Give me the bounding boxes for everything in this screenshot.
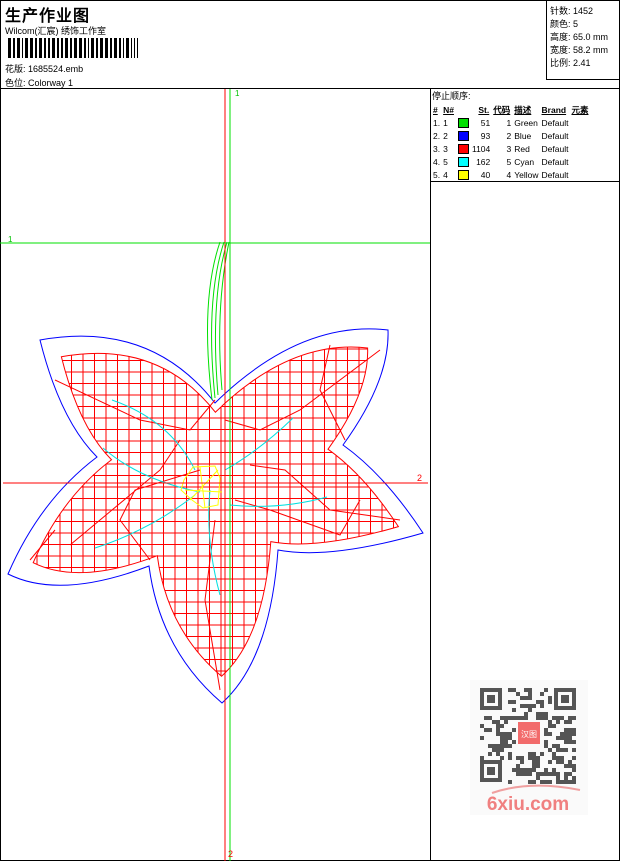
info-stitches: 针数: 1452 bbox=[550, 6, 594, 16]
info-width: 宽度: 58.2 mm bbox=[550, 45, 609, 55]
axis-label-v1: 1 bbox=[235, 89, 240, 98]
page-title: 生产作业图 bbox=[5, 8, 91, 25]
green-stem bbox=[207, 241, 230, 401]
svg-text:汉图: 汉图 bbox=[521, 730, 537, 739]
color-swatch bbox=[457, 143, 469, 154]
watermark-text: 6xiu.com bbox=[487, 794, 569, 815]
axis-label-h1: 1 bbox=[8, 235, 13, 244]
legend-row: 1. 1 51 1 Green Default bbox=[433, 117, 569, 128]
color-swatch bbox=[457, 156, 469, 167]
design-file: 花版: 1685524.emb bbox=[5, 64, 84, 74]
legend-table: # N# St. 代码 描述 Brand 元素 1. 1 51 1 Green Default 2.… bbox=[432, 104, 591, 181]
axis-label-h2: 2 bbox=[417, 473, 422, 483]
color-swatch bbox=[457, 117, 469, 128]
info-colors: 颜色: 5 bbox=[550, 19, 579, 29]
legend-row: 3. 3 1104 3 Red Default bbox=[433, 143, 569, 154]
info-scale: 比例: 2.41 bbox=[550, 58, 591, 68]
legend-header: # N# St. 代码 描述 Brand 元素 bbox=[433, 105, 589, 115]
legend-row: 2. 2 93 2 Blue Default bbox=[433, 130, 569, 141]
info-height: 高度: 65.0 mm bbox=[550, 32, 609, 42]
legend-row: 5. 4 40 4 Yellow Default bbox=[433, 169, 569, 180]
stop-sequence-legend: 停止顺序: # N# St. 代码 描述 Brand 元素 1. 1 51 1 Green Def… bbox=[431, 88, 620, 182]
design-preview: 1 1 2 2 bbox=[0, 89, 430, 861]
header: 生产作业图 Wilcom(汇宸) 绣饰工作室 花版: 1685524.emb 色… bbox=[0, 0, 620, 89]
design-info: 针数: 1452 颜色: 5 高度: 65.0 mm 宽度: 58.2 mm 比… bbox=[546, 0, 620, 80]
qr-code-watermark: 汉图 6xiu.com bbox=[470, 680, 588, 815]
barcode bbox=[8, 38, 140, 58]
color-swatch bbox=[457, 169, 469, 180]
color-swatch bbox=[457, 130, 469, 141]
company-name: Wilcom(汇宸) 绣饰工作室 bbox=[5, 26, 106, 36]
legend-row: 4. 5 162 5 Cyan Default bbox=[433, 156, 569, 167]
colorway: 色位: Colorway 1 bbox=[5, 78, 74, 88]
legend-title: 停止顺序: bbox=[432, 91, 471, 101]
blue-outline bbox=[7, 328, 424, 704]
axis-label-v2: 2 bbox=[228, 849, 233, 859]
